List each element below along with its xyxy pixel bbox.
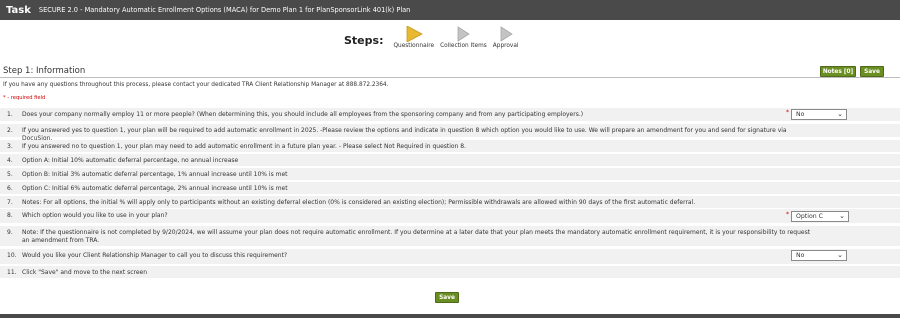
chevron-down-icon: ⌄	[839, 212, 845, 220]
question-text: Notes: For all options, the initial % wi…	[22, 199, 696, 206]
save-button-bottom[interactable]: Save	[435, 292, 459, 303]
question-row: 9. Note: If the questionnaire is not com…	[0, 226, 900, 246]
step-collection-items[interactable]: Collection Items	[440, 26, 487, 49]
task-title: SECURE 2.0 - Mandatory Automatic Enrollm…	[38, 6, 411, 14]
required-marker: *	[786, 109, 789, 116]
question-row: 2. If you answered yes to question 1, yo…	[0, 124, 900, 142]
step-arrow-icon	[500, 26, 513, 42]
step-questionnaire[interactable]: Questionnaire	[393, 26, 434, 49]
question-text: If you answered no to question 1, your p…	[22, 143, 467, 150]
question-number: 10.	[7, 252, 17, 259]
step-label-collection-items: Collection Items	[440, 43, 487, 49]
question-number: 3.	[7, 143, 13, 150]
task-label: Task	[6, 4, 31, 16]
question-row: 11. Click "Save" and move to the next sc…	[0, 266, 900, 278]
section-title: Step 1: Information	[3, 66, 86, 76]
chevron-down-icon: ⌄	[837, 110, 843, 118]
question-number: 11.	[7, 269, 17, 276]
question-text: Which option would you like to use in yo…	[22, 212, 168, 219]
select-value: Option C	[796, 213, 823, 220]
question-row: 5. Option B: Initial 3% automatic deferr…	[0, 168, 900, 180]
employee-count-select[interactable]: No ⌄	[791, 109, 847, 120]
select-value: No	[796, 252, 805, 259]
notes-button[interactable]: Notes [0]	[820, 66, 856, 77]
question-row: 1. Does your company normally employ 11 …	[0, 108, 900, 121]
save-button-top[interactable]: Save	[860, 66, 884, 77]
crm-call-select[interactable]: No ⌄	[791, 250, 847, 261]
question-number: 5.	[7, 171, 13, 178]
step-arrow-icon	[406, 26, 423, 42]
question-number: 4.	[7, 157, 13, 164]
step-approval[interactable]: Approval	[493, 26, 519, 49]
question-number: 2.	[7, 127, 13, 134]
question-text: Option C: Initial 6% automatic deferral …	[22, 185, 288, 192]
step-arrow-icon	[458, 26, 471, 42]
required-note: * - required field	[3, 95, 46, 101]
step-label-questionnaire: Questionnaire	[393, 43, 435, 49]
question-number: 7.	[7, 199, 13, 206]
question-number: 9.	[7, 229, 13, 236]
select-value: No	[796, 111, 805, 118]
question-row: 6. Option C: Initial 6% automatic deferr…	[0, 182, 900, 194]
required-marker: *	[786, 211, 789, 218]
step-label-approval: Approval	[492, 43, 519, 49]
question-text: Note: If the questionnaire is not comple…	[22, 229, 811, 244]
section-divider	[0, 77, 900, 78]
chevron-down-icon: ⌄	[837, 251, 843, 259]
question-text: Does your company normally employ 11 or …	[22, 111, 584, 118]
question-row: 4. Option A: Initial 10% automatic defer…	[0, 154, 900, 166]
bottom-bar	[0, 314, 900, 318]
enrollment-option-select[interactable]: Option C ⌄	[791, 211, 849, 222]
question-row: 8. Which option would you like to use in…	[0, 209, 900, 223]
question-text: Option A: Initial 10% automatic deferral…	[22, 157, 239, 164]
question-number: 8.	[7, 212, 13, 219]
task-header: Task SECURE 2.0 - Mandatory Automatic En…	[0, 0, 900, 20]
steps-label: Steps:	[344, 34, 384, 47]
question-number: 6.	[7, 185, 13, 192]
question-text: Click "Save" and move to the next screen	[22, 269, 148, 276]
question-row: 10. Would you like your Client Relations…	[0, 249, 900, 264]
question-text: Would you like your Client Relationship …	[22, 252, 288, 259]
question-text: Option B: Initial 3% automatic deferral …	[22, 171, 288, 178]
question-row: 3. If you answered no to question 1, you…	[0, 140, 900, 152]
contact-info: If you have any questions throughout thi…	[3, 82, 389, 88]
question-number: 1.	[7, 111, 13, 118]
steps-indicator: Steps: Questionnaire Collection Items Ap…	[344, 26, 525, 56]
question-row: 7. Notes: For all options, the initial %…	[0, 196, 900, 208]
